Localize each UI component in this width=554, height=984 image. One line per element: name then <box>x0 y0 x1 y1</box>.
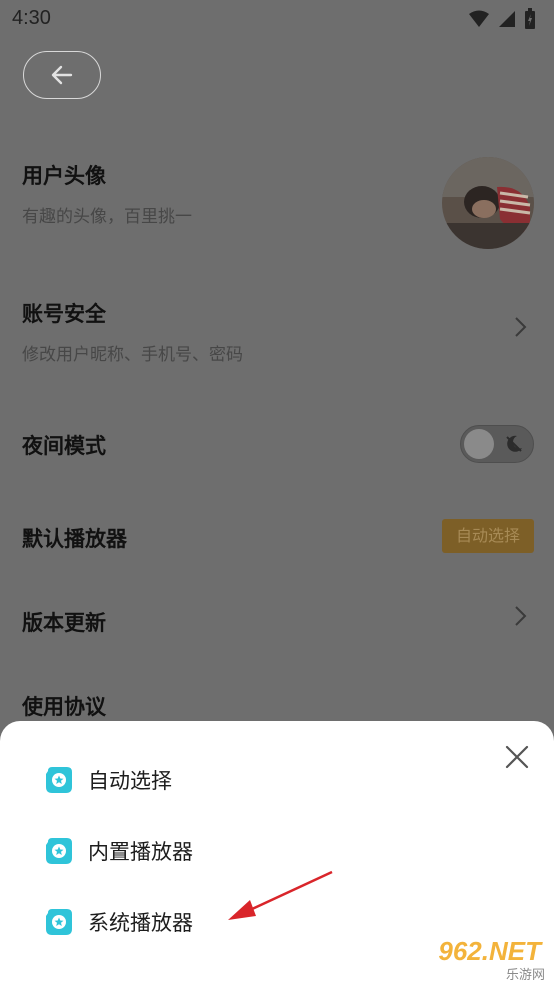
account-title: 账号安全 <box>22 302 106 326</box>
avatar-image <box>442 157 534 249</box>
watermark-subtitle: 乐游网 <box>505 968 545 983</box>
option-system-player[interactable]: 系统播放器 <box>44 907 193 937</box>
option-builtin-player[interactable]: 内置播放器 <box>44 836 193 866</box>
option-label: 自动选择 <box>88 769 172 793</box>
moon-off-icon <box>506 435 522 452</box>
chevron-right-icon <box>515 317 527 337</box>
back-button[interactable] <box>23 51 101 99</box>
close-icon[interactable] <box>504 744 530 770</box>
player-option-icon <box>46 767 72 793</box>
option-label: 内置播放器 <box>88 840 193 864</box>
default-player-value-badge[interactable]: 自动选择 <box>442 519 534 553</box>
option-auto-select[interactable]: 自动选择 <box>44 765 172 795</box>
status-icons <box>468 8 536 30</box>
agreement-title: 使用协议 <box>22 695 106 719</box>
status-bar: 4:30 <box>0 0 554 38</box>
battery-icon <box>525 8 535 29</box>
settings-row-account[interactable]: 账号安全 修改用户昵称、手机号、密码 <box>22 298 534 365</box>
avatar[interactable] <box>442 157 534 249</box>
toggle-knob <box>464 429 494 459</box>
version-title: 版本更新 <box>22 611 106 635</box>
player-option-icon <box>46 838 72 864</box>
annotation-arrow-icon <box>228 870 333 920</box>
signal-icon <box>499 11 515 27</box>
settings-row-agreement[interactable]: 使用协议 <box>22 691 534 721</box>
settings-row-version[interactable]: 版本更新 <box>22 607 534 637</box>
wifi-icon <box>469 10 489 27</box>
watermark-logo: 962.NET 乐游网 <box>413 934 551 983</box>
night-mode-toggle[interactable] <box>460 425 534 463</box>
option-label: 系统播放器 <box>88 911 193 935</box>
player-option-icon <box>46 909 72 935</box>
status-time: 4:30 <box>12 7 51 29</box>
chevron-right-icon <box>515 606 527 626</box>
night-mode-title: 夜间模式 <box>22 434 106 458</box>
account-subtitle: 修改用户昵称、手机号、密码 <box>22 345 243 365</box>
arrow-left-icon <box>51 65 73 85</box>
watermark-brand: 962.NET <box>438 936 541 966</box>
settings-row-night-mode: 夜间模式 <box>22 430 534 460</box>
